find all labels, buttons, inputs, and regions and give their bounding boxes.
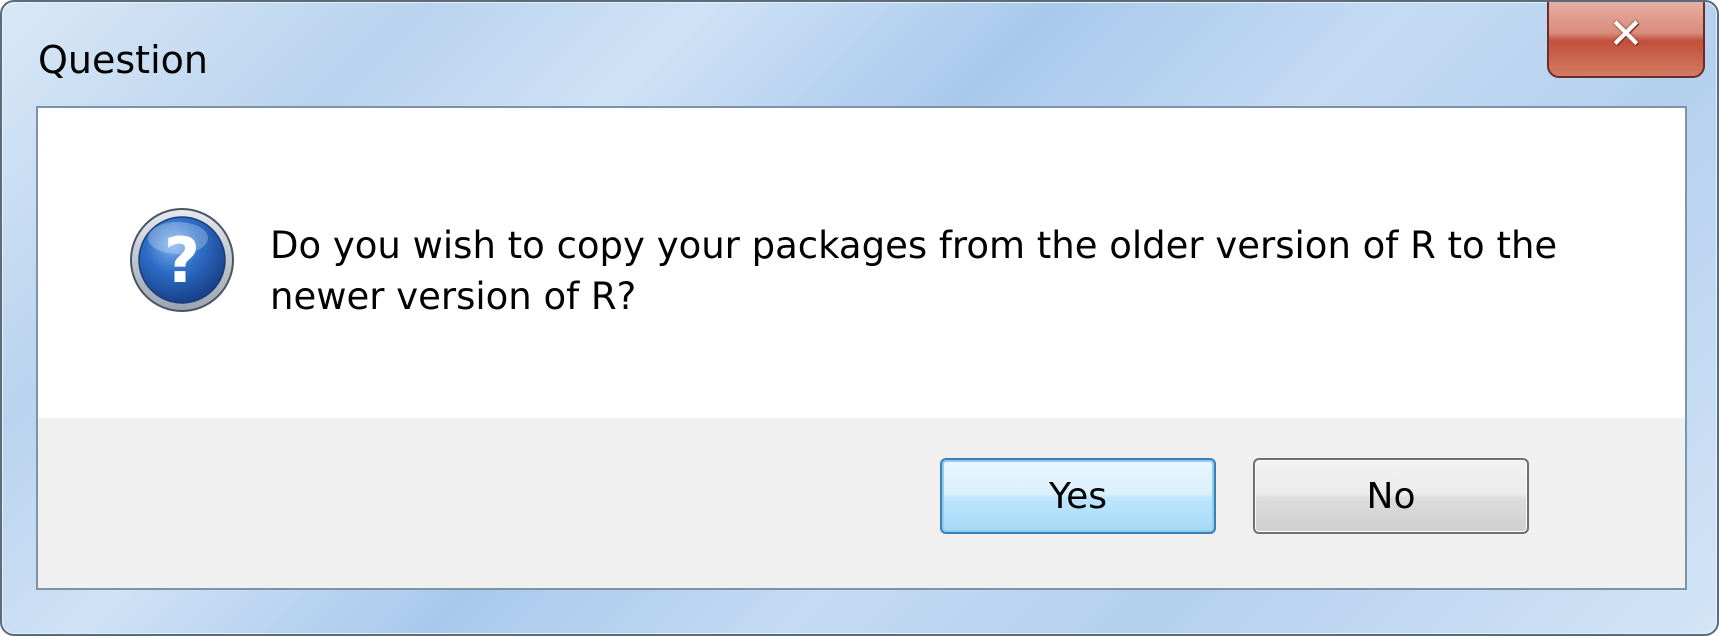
message-area: ? Do you wish to copy your packages from… (38, 108, 1685, 418)
message-line-2: newer version of R? (270, 275, 637, 318)
dialog-title: Question (38, 38, 208, 82)
dialog-body: ? Do you wish to copy your packages from… (36, 106, 1687, 590)
question-icon: ? (130, 208, 234, 312)
title-bar[interactable]: Question ✕ (2, 2, 1717, 114)
no-button[interactable]: No (1253, 458, 1529, 534)
close-button[interactable]: ✕ (1547, 2, 1705, 78)
yes-button[interactable]: Yes (940, 458, 1216, 534)
message-line-1: Do you wish to copy your packages from t… (270, 224, 1558, 267)
dialog-message: Do you wish to copy your packages from t… (270, 220, 1610, 322)
button-bar: Yes No (38, 418, 1685, 588)
question-dialog: Question ✕ ? Do you wish to copy your pa… (0, 0, 1719, 636)
svg-text:?: ? (164, 224, 200, 297)
close-icon: ✕ (1608, 8, 1644, 58)
